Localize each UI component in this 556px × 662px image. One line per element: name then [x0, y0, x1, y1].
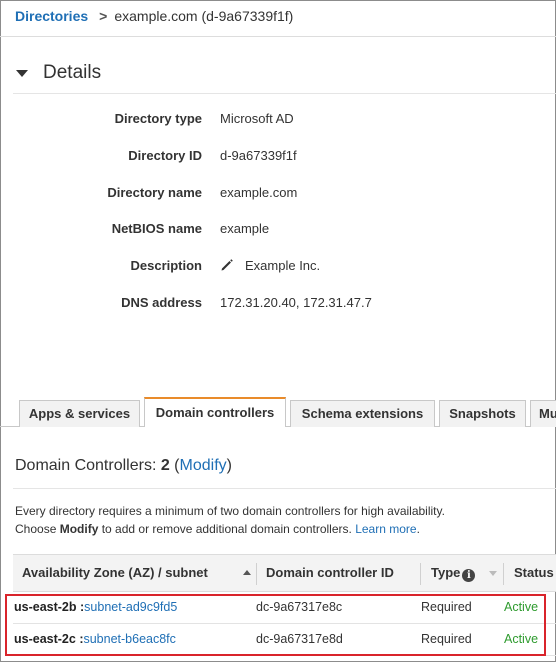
breadcrumb-separator: >: [99, 8, 108, 24]
tab-schema-extensions[interactable]: Schema extensions: [290, 400, 435, 427]
tab-snapshots[interactable]: Snapshots: [439, 400, 526, 427]
caret-down-icon: [16, 69, 28, 77]
dc-count: 2: [160, 457, 170, 474]
column-header-label: Availability Zone (AZ) / subnet: [22, 565, 208, 580]
detail-label: NetBIOS name: [111, 221, 202, 236]
column-header-label: Type: [431, 565, 461, 580]
dc-divider: [13, 488, 556, 489]
learn-more-link[interactable]: Learn more: [355, 522, 416, 536]
detail-value: example: [220, 221, 270, 236]
column-separator: [256, 563, 257, 585]
sort-ascending-icon[interactable]: [243, 570, 251, 575]
detail-row-netbios-name: NetBIOS name example: [0, 221, 556, 241]
detail-row-dns-address: DNS address 172.31.20.40, 172.31.47.7: [0, 295, 556, 315]
dc-paren-open: (: [169, 457, 180, 474]
column-header-status[interactable]: Status: [514, 555, 554, 592]
detail-label: DNS address: [121, 295, 202, 310]
column-header-dc-id[interactable]: Domain controller ID: [266, 555, 394, 592]
detail-value: 172.31.20.40, 172.31.47.7: [220, 295, 372, 310]
details-title: Details: [43, 62, 102, 83]
note-line-2: Choose Modify to add or remove additiona…: [15, 520, 445, 538]
column-separator: [420, 563, 421, 585]
column-header-type[interactable]: Type i: [431, 555, 476, 592]
rows-highlight-box: [5, 594, 546, 656]
detail-label: Directory name: [107, 185, 202, 200]
tab-domain-controllers[interactable]: Domain controllers: [144, 397, 286, 427]
sort-indicator-icon[interactable]: [489, 571, 497, 576]
info-icon[interactable]: i: [462, 569, 476, 582]
note-period: .: [416, 522, 420, 536]
modify-link[interactable]: Modify: [180, 457, 227, 474]
detail-value: example.com: [220, 185, 298, 200]
detail-value: Microsoft AD: [220, 111, 294, 126]
detail-row-directory-id: Directory ID d-9a67339f1f: [0, 148, 556, 168]
dc-paren-close: ): [226, 457, 232, 474]
dc-info-note: Every directory requires a minimum of tw…: [15, 502, 445, 538]
column-separator: [503, 563, 504, 585]
note-line-1: Every directory requires a minimum of tw…: [15, 504, 445, 518]
details-section-toggle[interactable]: Details: [13, 58, 556, 88]
tab-bar: Apps & services Domain controllers Schem…: [0, 397, 556, 427]
tab-more[interactable]: Mu: [530, 400, 556, 427]
detail-row-description: Description Example Inc.: [0, 258, 556, 278]
detail-label: Description: [130, 258, 202, 273]
dc-heading-label: Domain Controllers:: [15, 457, 161, 474]
column-header-az-subnet[interactable]: Availability Zone (AZ) / subnet: [22, 555, 208, 592]
breadcrumb-directories-link[interactable]: Directories: [15, 8, 88, 24]
header-divider: [0, 36, 556, 37]
detail-row-directory-name: Directory name example.com: [0, 185, 556, 205]
tab-apps-services[interactable]: Apps & services: [19, 400, 140, 427]
note-text: Choose: [15, 522, 60, 536]
detail-value-description: Example Inc.: [220, 258, 320, 273]
detail-value: d-9a67339f1f: [220, 148, 297, 163]
note-text: to add or remove additional domain contr…: [98, 522, 356, 536]
domain-controllers-heading: Domain Controllers: 2 (Modify): [15, 457, 232, 475]
detail-row-directory-type: Directory type Microsoft AD: [0, 111, 556, 131]
note-modify-bold: Modify: [59, 522, 99, 536]
breadcrumb: Directories > example.com (d-9a67339f1f): [15, 8, 293, 24]
detail-label: Directory ID: [128, 148, 202, 163]
detail-label: Directory type: [114, 111, 202, 126]
description-text: Example Inc.: [245, 258, 321, 273]
table-header: Availability Zone (AZ) / subnet Domain c…: [13, 554, 556, 592]
details-divider: [13, 93, 556, 94]
pencil-edit-icon[interactable]: [220, 258, 234, 272]
breadcrumb-current: example.com (d-9a67339f1f): [114, 8, 294, 24]
